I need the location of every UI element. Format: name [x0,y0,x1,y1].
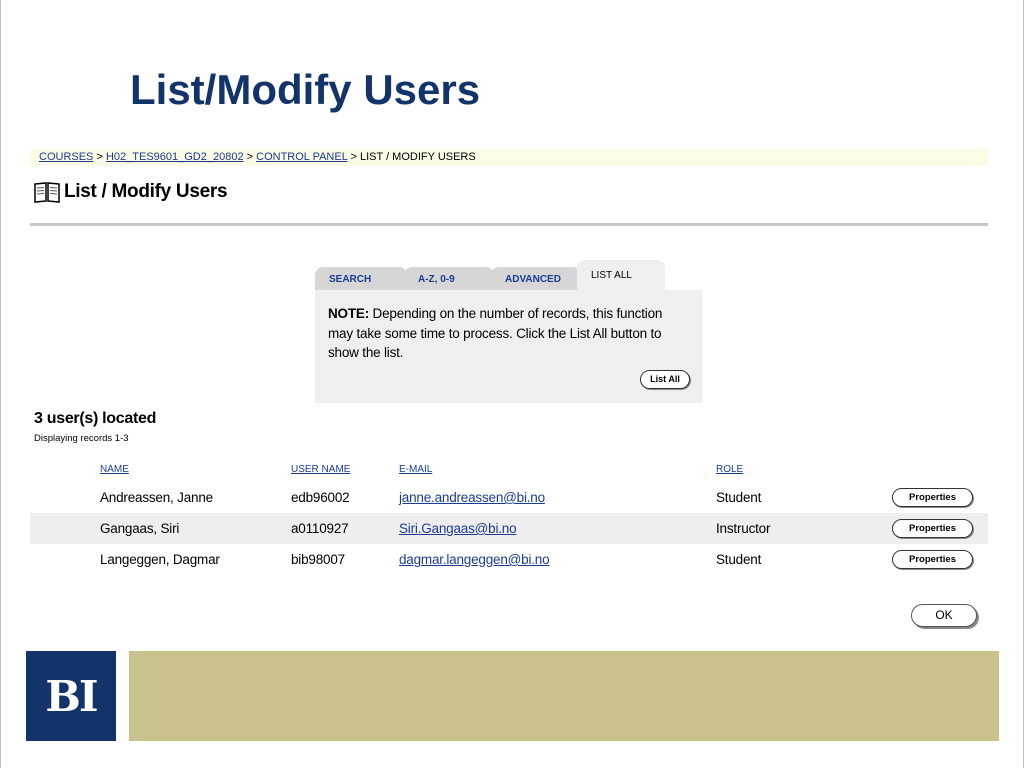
logo-text: BI [45,671,98,721]
breadcrumb-courses[interactable]: COURSES [39,151,93,163]
user-role: Instructor [716,521,771,536]
properties-button[interactable]: Properties [892,550,973,569]
breadcrumb: COURSES > H02_TES9601_GD2_20802 > CONTRO… [30,149,988,166]
footer-band [129,651,999,741]
table-header: NAME USER NAME E-MAIL ROLE [30,460,988,482]
users-table: NAME USER NAME E-MAIL ROLE Andreassen, J… [30,460,988,575]
user-username: bib98007 [291,552,345,567]
user-name: Langeggen, Dagmar [100,552,220,567]
user-name: Gangaas, Siri [100,521,180,536]
user-role: Student [716,490,762,505]
table-row: Langeggen, Dagmar bib98007 dagmar.langeg… [30,544,988,575]
bi-logo: BI [26,651,116,741]
properties-button[interactable]: Properties [892,519,973,538]
results-range: Displaying records 1-3 [34,433,129,444]
column-header-role[interactable]: ROLE [716,464,743,475]
properties-button[interactable]: Properties [892,488,973,507]
divider [30,223,988,226]
page-heading-text: List / Modify Users [64,181,228,202]
user-email-link[interactable]: Siri.Gangaas@bi.no [399,521,517,536]
book-icon [33,180,61,204]
breadcrumb-separator: > [350,151,357,163]
table-row: Andreassen, Janne edb96002 janne.andreas… [30,482,988,513]
user-username: edb96002 [291,490,350,505]
user-role: Student [716,552,762,567]
note-prefix: NOTE: [328,306,369,321]
breadcrumb-control-panel[interactable]: CONTROL PANEL [256,151,347,163]
note-panel: NOTE: Depending on the number of records… [315,290,702,403]
list-all-button[interactable]: List All [640,370,690,389]
user-name: Andreassen, Janne [100,490,213,505]
results-count: 3 user(s) located [34,410,157,427]
breadcrumb-current: LIST / MODIFY USERS [359,151,476,163]
breadcrumb-separator: > [96,151,103,163]
tab-advanced[interactable]: ADVANCED [491,267,581,292]
user-email-link[interactable]: dagmar.langeggen@bi.no [399,552,550,567]
note-body: Depending on the number of records, this… [328,306,663,360]
breadcrumb-course[interactable]: H02_TES9601_GD2_20802 [106,151,244,163]
column-header-email[interactable]: E-MAIL [399,464,432,475]
column-header-username[interactable]: USER NAME [291,464,350,475]
note-text: NOTE: Depending on the number of records… [328,304,690,363]
tab-a-z[interactable]: A-Z, 0-9 [404,267,494,292]
table-row: Gangaas, Siri a0110927 Siri.Gangaas@bi.n… [30,513,988,544]
page-heading: List / Modify Users [33,180,228,204]
breadcrumb-separator: > [246,151,254,163]
tab-list-all[interactable]: LIST ALL [577,260,665,292]
column-header-name[interactable]: NAME [100,464,129,475]
ok-button[interactable]: OK [911,604,977,627]
slide-title: List/Modify Users [130,66,481,113]
tab-search[interactable]: SEARCH [315,267,407,292]
user-email-link[interactable]: janne.andreassen@bi.no [399,490,545,505]
user-username: a0110927 [291,521,349,536]
